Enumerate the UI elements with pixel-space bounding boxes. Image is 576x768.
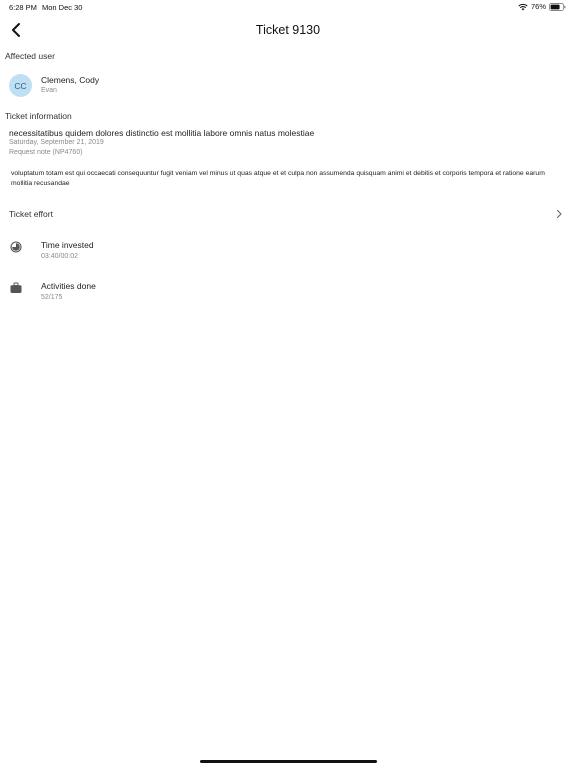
ticket-date: Saturday, September 21, 2019 — [9, 139, 104, 146]
affected-user-row[interactable]: CC Clemens, Cody Evan — [0, 70, 576, 100]
ticket-note: Request note (NP4760) — [9, 148, 83, 156]
ticket-subject: necessitatibus quidem dolores distinctio… — [9, 128, 315, 138]
user-subtitle: Evan — [41, 87, 57, 94]
metric-label: Activities done — [41, 281, 96, 291]
wifi-icon — [518, 3, 528, 11]
status-indicators: 76% — [518, 2, 566, 11]
metric-value: 03:40/00:02 — [41, 253, 78, 260]
ticket-info-block: necessitatibus quidem dolores distinctio… — [9, 128, 564, 157]
affected-user-header: Affected user — [5, 51, 55, 61]
metric-time-invested: Time invested 03:40/00:02 — [0, 240, 576, 266]
ticket-effort-label: Ticket effort — [9, 209, 53, 219]
status-bar: 6:28 PM Mon Dec 30 76% — [0, 0, 576, 14]
ticket-information-header: Ticket information — [5, 111, 72, 121]
page-title: Ticket 9130 — [255, 23, 321, 37]
metric-activities-done: Activities done 52/175 — [0, 281, 576, 307]
home-indicator[interactable] — [200, 760, 377, 763]
battery-percent: 76% — [530, 2, 546, 11]
avatar: CC — [9, 74, 32, 97]
status-time: 6:28 PM — [9, 3, 37, 12]
ticket-effort-row[interactable]: Ticket effort — [0, 204, 576, 224]
metric-value: 52/175 — [41, 294, 63, 301]
metric-label: Time invested — [41, 240, 94, 250]
status-date: Mon Dec 30 — [42, 3, 83, 12]
navigation-bar: Ticket 9130 — [0, 14, 576, 46]
battery-icon — [549, 2, 566, 11]
ticket-body: voluptatum totam est qui occaecati conse… — [11, 170, 545, 187]
clock-icon — [10, 241, 22, 253]
briefcase-icon — [10, 282, 22, 293]
chevron-right-icon — [556, 209, 562, 219]
user-name: Clemens, Cody — [41, 75, 100, 85]
